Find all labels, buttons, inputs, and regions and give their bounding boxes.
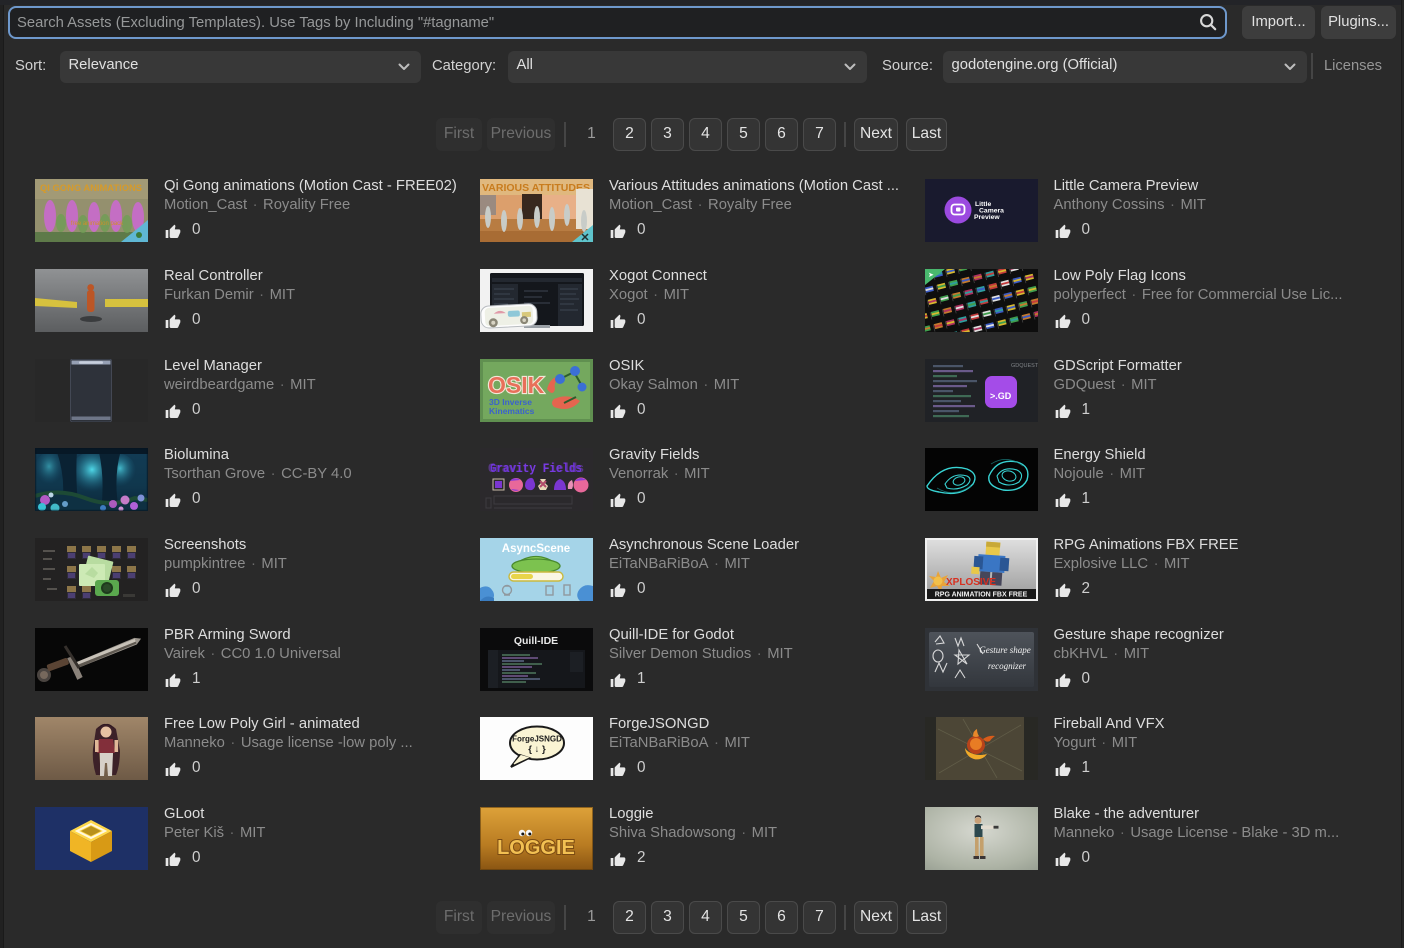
svg-text:➤: ➤: [928, 272, 934, 279]
svg-text:GDQUEST: GDQUEST: [1011, 363, 1038, 369]
svg-text:Preview: Preview: [974, 214, 1000, 221]
svg-text:free animation pack: free animation pack: [71, 221, 124, 227]
svg-text:{ ↓ }: { ↓ }: [528, 744, 546, 755]
svg-text:ForgeJSNGD: ForgeJSNGD: [512, 735, 562, 744]
svg-text:OSIK: OSIK: [488, 372, 545, 398]
svg-text:LOGGIE: LOGGIE: [497, 837, 575, 859]
svg-text:Gesture shape: Gesture shape: [979, 645, 1030, 655]
svg-text:Gravity Fields: Gravity Fields: [488, 461, 584, 476]
svg-text:VARIOUS ATTITUDES: VARIOUS ATTITUDES: [482, 183, 590, 194]
svg-text:AsyncScene: AsyncScene: [502, 543, 570, 555]
svg-text:recognizer: recognizer: [987, 661, 1026, 671]
svg-text:Quill-IDE: Quill-IDE: [514, 635, 558, 647]
svg-text:XPLOSIVE: XPLOSIVE: [946, 577, 996, 588]
svg-text:QI GONG ANIMATIONS: QI GONG ANIMATIONS: [40, 183, 142, 193]
svg-text:Kinematics: Kinematics: [489, 406, 535, 416]
svg-text:RPG ANIMATION FBX FREE: RPG ANIMATION FBX FREE: [934, 592, 1027, 599]
svg-text:>.GD: >.GD: [990, 391, 1012, 401]
